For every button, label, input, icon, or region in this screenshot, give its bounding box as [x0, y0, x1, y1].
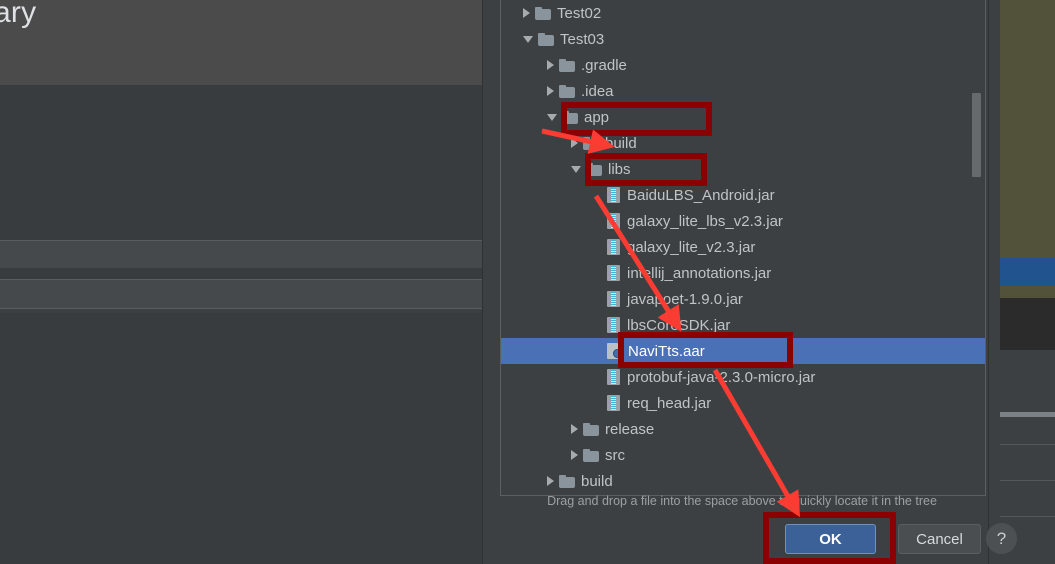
ide-right-editor-gutter — [1000, 0, 1055, 298]
tree-row[interactable]: src — [501, 442, 985, 468]
ide-right-row-divider — [1000, 444, 1055, 445]
chevron-right-icon[interactable] — [571, 450, 578, 460]
highlight-box-libs — [585, 153, 707, 186]
ide-left-body — [0, 85, 483, 240]
tree-row-label: lbsCoreSDK.jar — [627, 316, 731, 334]
tree-row-label: build — [581, 472, 613, 490]
highlight-box-navitts — [618, 332, 793, 368]
ide-right-selected-line — [1000, 258, 1055, 286]
tree-row[interactable]: libs — [501, 156, 985, 182]
chevron-right-icon[interactable] — [547, 86, 554, 96]
tree-row-label: release — [605, 420, 655, 438]
tree-row[interactable]: release — [501, 416, 985, 442]
highlight-box-ok — [763, 512, 896, 564]
ide-left-title: ary — [0, 0, 37, 29]
tree-toggle-placeholder — [595, 372, 602, 382]
chevron-down-icon[interactable] — [571, 165, 581, 173]
folder-icon — [583, 448, 599, 462]
tree-row-label: galaxy_lite_lbs_v2.3.jar — [627, 212, 783, 230]
chevron-right-icon[interactable] — [571, 138, 578, 148]
jar-archive-icon — [607, 239, 620, 255]
ide-right-dark-block — [1000, 298, 1055, 350]
tree-row[interactable]: intellij_annotations.jar — [501, 260, 985, 286]
tree-row-label: build — [605, 134, 637, 152]
tree-vertical-scrollbar[interactable] — [972, 93, 981, 177]
tree-row-label: galaxy_lite_v2.3.jar — [627, 238, 756, 256]
tree-row[interactable]: javapoet-1.9.0.jar — [501, 286, 985, 312]
tree-row[interactable]: req_head.jar — [501, 390, 985, 416]
tree-row-label: protobuf-java-2.3.0-micro.jar — [627, 368, 816, 386]
jar-archive-icon — [607, 369, 620, 385]
ide-list-gap — [0, 268, 483, 279]
chevron-right-icon[interactable] — [547, 60, 554, 70]
tree-row[interactable]: BaiduLBS_Android.jar — [501, 182, 985, 208]
folder-icon — [583, 422, 599, 436]
ide-left-rest — [0, 313, 483, 564]
drag-drop-hint: Drag and drop a file into the space abov… — [547, 494, 937, 508]
file-tree-panel[interactable]: Test02 Test03 .gradle .idea app build libs Baid… — [500, 0, 986, 496]
tree-toggle-placeholder — [595, 190, 602, 200]
tree-row[interactable]: build — [501, 468, 985, 494]
jar-archive-icon — [607, 213, 620, 229]
folder-icon — [583, 136, 599, 150]
tree-row[interactable]: Test03 — [501, 26, 985, 52]
chevron-down-icon[interactable] — [547, 113, 557, 121]
tree-row-label: Test03 — [560, 30, 605, 48]
cancel-button[interactable]: Cancel — [898, 524, 981, 554]
tree-row[interactable]: .gradle — [501, 52, 985, 78]
tree-row-label: intellij_annotations.jar — [627, 264, 772, 282]
tree-toggle-placeholder — [595, 294, 602, 304]
ide-right-row-divider — [1000, 516, 1055, 517]
ide-list-row[interactable] — [0, 279, 483, 309]
ide-list-row[interactable] — [0, 240, 483, 270]
jar-archive-icon — [607, 395, 620, 411]
folder-icon — [559, 84, 575, 98]
tree-row-label: javapoet-1.9.0.jar — [627, 290, 743, 308]
folder-icon — [535, 6, 551, 20]
tree-toggle-placeholder — [595, 346, 602, 356]
ide-left-header: ary — [0, 0, 483, 85]
select-path-dialog: Test02 Test03 .gradle .idea app build libs Baid… — [483, 0, 1017, 564]
jar-archive-icon — [607, 265, 620, 281]
folder-icon — [559, 474, 575, 488]
tree-row[interactable]: galaxy_lite_v2.3.jar — [501, 234, 985, 260]
tree-toggle-placeholder — [595, 268, 602, 278]
tree-row[interactable]: galaxy_lite_lbs_v2.3.jar — [501, 208, 985, 234]
folder-icon — [559, 58, 575, 72]
folder-icon — [538, 32, 554, 46]
jar-archive-icon — [607, 187, 620, 203]
jar-archive-icon — [607, 317, 620, 333]
ide-left-background: ary — [0, 0, 483, 564]
tree-toggle-placeholder — [595, 242, 602, 252]
ide-right-row-divider — [1000, 480, 1055, 481]
highlight-box-app — [561, 102, 712, 136]
tree-row-label: src — [605, 446, 625, 464]
tree-row-label: Test02 — [557, 4, 602, 22]
tree-row-label: .gradle — [581, 56, 627, 74]
chevron-right-icon[interactable] — [523, 8, 530, 18]
screen: ary Test02 Test03 .gradle .idea app build libs… — [0, 0, 1055, 564]
tree-row-label: BaiduLBS_Android.jar — [627, 186, 775, 204]
chevron-right-icon[interactable] — [547, 476, 554, 486]
tree-row-label: .idea — [581, 82, 614, 100]
help-button[interactable]: ? — [986, 523, 1017, 554]
ide-right-scroll-handle[interactable] — [1000, 412, 1055, 417]
tree-toggle-placeholder — [595, 398, 602, 408]
jar-archive-icon — [607, 291, 620, 307]
tree-row[interactable]: Test02 — [501, 0, 985, 26]
chevron-right-icon[interactable] — [571, 424, 578, 434]
tree-toggle-placeholder — [595, 216, 602, 226]
tree-toggle-placeholder — [595, 320, 602, 330]
chevron-down-icon[interactable] — [523, 35, 533, 43]
tree-row-label: req_head.jar — [627, 394, 712, 412]
tree-row[interactable]: .idea — [501, 78, 985, 104]
